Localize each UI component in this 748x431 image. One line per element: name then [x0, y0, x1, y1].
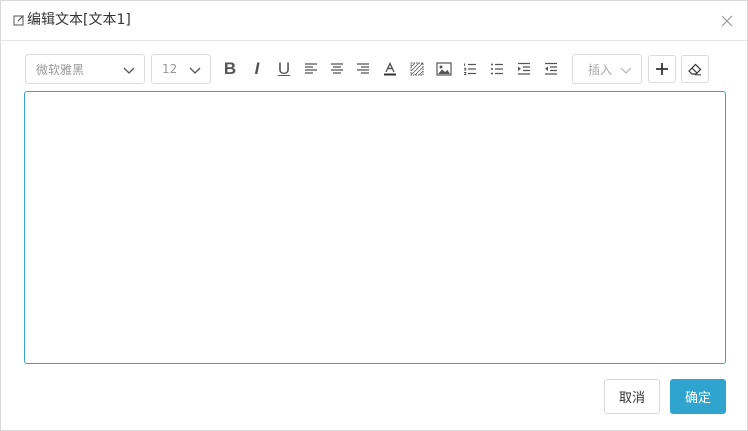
align-right-button[interactable]: [353, 59, 373, 79]
font-family-value: 微软雅黑: [36, 62, 85, 77]
text-editor-area[interactable]: [24, 91, 726, 364]
outdent-icon: [545, 62, 557, 75]
insert-image-button[interactable]: [434, 59, 454, 79]
add-button[interactable]: [648, 55, 676, 83]
font-size-select[interactable]: 12: [151, 54, 211, 84]
align-right-icon: [357, 63, 369, 74]
chevron-down-icon: [123, 67, 135, 74]
indent-button[interactable]: [514, 59, 534, 79]
outdent-button[interactable]: [541, 59, 561, 79]
underline-label: U: [277, 59, 291, 78]
edit-icon: [13, 15, 24, 26]
ok-button[interactable]: 确定: [670, 379, 726, 414]
chevron-down-icon: [620, 67, 632, 74]
italic-button[interactable]: I: [247, 59, 267, 79]
edit-text-dialog: 编辑文本[文本1] 微软雅黑 12 B I U 插入 取消 确定: [0, 0, 748, 431]
chevron-down-icon: [189, 67, 201, 74]
background-color-icon: [410, 62, 424, 76]
image-icon: [436, 62, 452, 76]
ordered-list-icon: [464, 63, 476, 75]
align-center-icon: [331, 63, 343, 74]
bold-label: B: [223, 59, 237, 78]
background-color-button[interactable]: [407, 59, 427, 79]
close-button[interactable]: [717, 11, 737, 31]
eraser-icon: [688, 63, 702, 76]
align-left-button[interactable]: [301, 59, 321, 79]
font-size-value: 12: [162, 62, 178, 76]
unordered-list-button[interactable]: [487, 59, 507, 79]
dialog-title: 编辑文本[文本1]: [27, 12, 131, 28]
unordered-list-icon: [491, 63, 503, 75]
font-color-icon: [384, 62, 396, 76]
align-center-button[interactable]: [327, 59, 347, 79]
editor-toolbar: 微软雅黑 12 B I U 插入: [25, 54, 725, 84]
cancel-button[interactable]: 取消: [604, 379, 660, 414]
clear-format-button[interactable]: [681, 55, 709, 83]
font-color-button[interactable]: [380, 59, 400, 79]
italic-label: I: [254, 59, 260, 78]
dialog-titlebar: 编辑文本[文本1]: [1, 1, 747, 41]
indent-icon: [518, 62, 530, 75]
ordered-list-button[interactable]: [460, 59, 480, 79]
font-family-select[interactable]: 微软雅黑: [25, 54, 145, 84]
bold-button[interactable]: B: [220, 59, 240, 79]
insert-select[interactable]: 插入: [572, 54, 642, 84]
close-icon: [721, 15, 733, 27]
align-left-icon: [305, 63, 317, 74]
insert-label: 插入: [588, 62, 613, 77]
underline-button[interactable]: U: [274, 59, 294, 79]
plus-icon: [656, 63, 668, 75]
